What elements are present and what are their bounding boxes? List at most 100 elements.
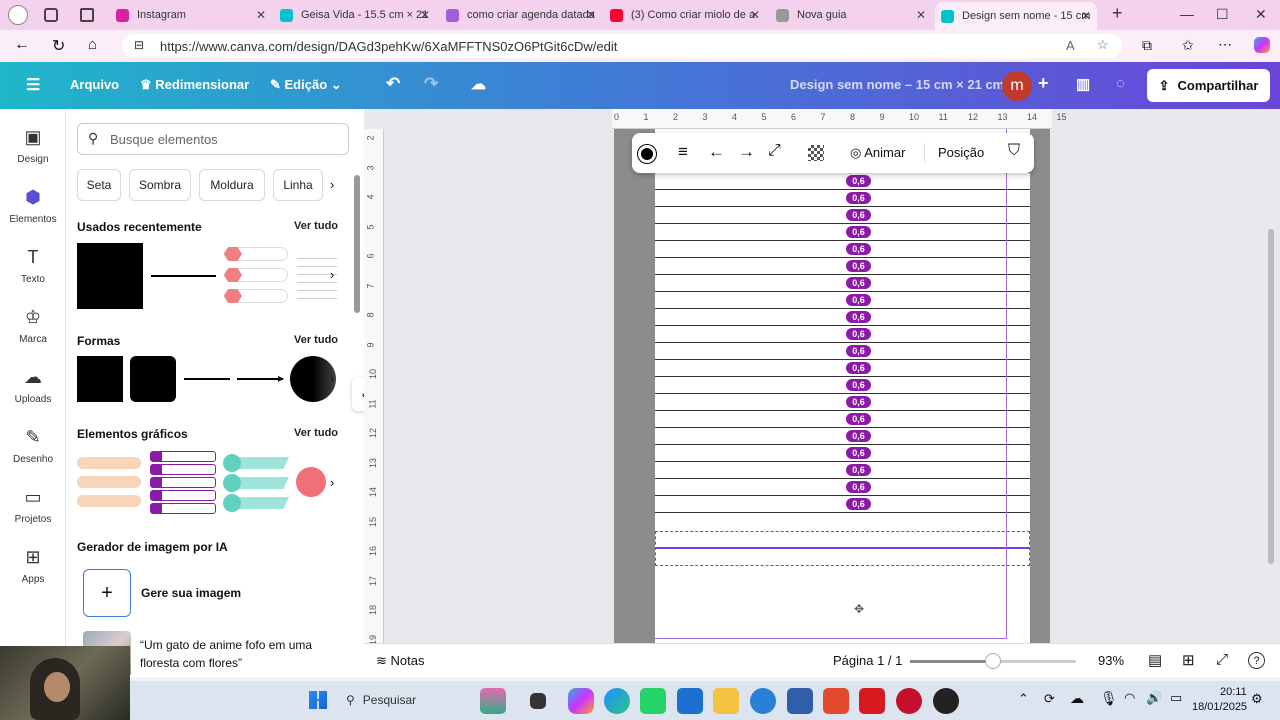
extensions-icon[interactable]: ⧉ [1142,37,1152,54]
shape-square[interactable] [77,356,123,402]
wifi-icon[interactable]: ◠ [1124,690,1135,706]
zoom-slider-handle[interactable] [985,653,1001,669]
shape-arrow[interactable] [237,378,283,380]
arrow-start-icon[interactable]: ← [708,142,725,162]
close-tab-icon[interactable]: ✕ [750,8,760,22]
back-icon[interactable]: ← [14,36,30,54]
nav-item-brand[interactable]: ♔ Marca [0,307,66,345]
maximize-button[interactable]: ☐ [1216,6,1229,23]
color-swatch[interactable] [638,145,656,163]
tray-chevron-icon[interactable]: ⌃ [1018,691,1029,707]
chip-sombra[interactable]: Sombra [129,169,191,201]
recent-black-square[interactable] [77,243,143,309]
insights-icon[interactable]: ▥ [1076,75,1090,93]
arrow-end-icon[interactable]: → [738,142,755,162]
calculator-icon[interactable] [787,688,813,714]
start-icon[interactable] [309,691,327,709]
chatgpt-icon[interactable] [933,688,959,714]
browser-tab[interactable]: (3) Como criar miolo de a ✕ [604,4,766,26]
taskview-icon[interactable] [530,693,546,709]
nav-item-elements[interactable]: ⬢ Elementos [0,187,66,225]
pages-view-icon[interactable]: ▤ [1148,651,1162,669]
file-menu-button[interactable]: Arquivo [70,77,119,92]
close-tab-icon[interactable]: ✕ [420,8,430,22]
more-icon[interactable]: ⋯ [1218,36,1232,53]
nav-item-design[interactable]: ▣ Design [0,127,66,165]
panel-scrollbar[interactable] [354,175,360,313]
sync-icon[interactable]: ⟳ [1044,691,1055,707]
acrobat-icon[interactable] [859,688,885,714]
close-tab-icon[interactable]: ✕ [1081,9,1091,23]
cloud-save-icon[interactable]: ☁ [471,75,486,93]
chevron-right-icon[interactable]: › [330,475,334,490]
zoom-level[interactable]: 93% [1098,653,1124,668]
graphics-see-all-link[interactable]: Ver tudo [294,427,338,439]
chevron-right-icon[interactable]: › [330,267,334,282]
close-window-button[interactable]: ✕ [1255,6,1267,23]
recent-pink-tags[interactable] [224,247,290,305]
nav-item-apps[interactable]: ⊞ Apps [0,547,66,585]
workspaces-icon[interactable] [44,8,58,22]
copy-style-icon[interactable]: ⛉ [1008,142,1020,160]
notes-button[interactable]: ≋ Notas [376,653,424,669]
transparency-icon[interactable] [808,145,824,161]
nav-item-draw[interactable]: ✎ Desenho [0,427,66,465]
nav-item-folder[interactable]: ▭ Projetos [0,487,66,525]
refresh-icon[interactable]: ↻ [52,36,65,56]
chevron-right-icon[interactable]: › [330,371,334,386]
battery-icon[interactable]: ▭ [1170,690,1182,706]
copilot-icon[interactable] [568,688,594,714]
help-icon[interactable]: ? [1248,652,1265,669]
graphic-purple-tags[interactable] [150,451,216,517]
site-info-icon[interactable]: ⊟ [134,38,144,52]
clock-time[interactable]: 20:11 [1220,686,1247,698]
browser-tab[interactable]: Nova guia ✕ [770,4,932,26]
share-button[interactable]: ⇪ Compartilhar [1147,69,1270,102]
chip-moldura[interactable]: Moldura [199,169,265,201]
chip-linha[interactable]: Linha [273,169,323,201]
graphic-peach-bars[interactable] [77,455,143,515]
avatar[interactable]: m [1002,71,1032,101]
close-tab-icon[interactable]: ✕ [586,8,596,22]
resize-button[interactable]: ♛ Redimensionar [140,77,249,93]
ai-generate-label[interactable]: Gere sua imagem [141,586,241,600]
shape-line[interactable] [184,378,230,380]
graphic-coral-circle[interactable] [296,467,326,497]
undo-icon[interactable]: ↶ [386,74,400,94]
shape-rounded-square[interactable] [130,356,176,402]
edit-menu-button[interactable]: ✎ Edição ⌄ [270,77,342,93]
position-button[interactable]: Posição [938,145,984,160]
recent-see-all-link[interactable]: Ver tudo [294,220,338,232]
favorite-icon[interactable]: ☆ [1097,37,1109,53]
notifications-icon[interactable]: ⚙ [1251,691,1263,707]
design-title[interactable]: Design sem nome – 15 cm × 21 cm [790,77,1004,92]
chip-seta[interactable]: Seta [77,169,121,201]
grid-view-icon[interactable]: ⊞ [1182,651,1195,669]
microphone-icon[interactable]: 🎙 [1100,690,1118,707]
add-collaborator-icon[interactable]: + [1038,73,1049,94]
profile-icon[interactable] [8,5,28,25]
animate-button[interactable]: ◎ Animar [850,145,905,161]
page-indicator[interactable]: Página 1 / 1 [833,653,902,668]
tulips-widget-icon[interactable] [480,688,506,714]
browser-tab[interactable]: Geisa Vida - 15.5 cm × 21 ✕ [274,4,436,26]
clock-date[interactable]: 18/01/2025 [1192,701,1247,713]
browser-tab[interactable]: Design sem nome - 15 cm ✕ [935,2,1097,30]
fullscreen-icon[interactable]: ⤢ [1216,651,1228,668]
url-input[interactable]: ⊟ https://www.canva.com/design/DAGd3pehK… [122,34,1122,58]
hamburger-icon[interactable]: ☰ [26,75,40,95]
volume-icon[interactable]: 🔊 [1146,690,1162,706]
reader-icon[interactable] [823,688,849,714]
shapes-see-all-link[interactable]: Ver tudo [294,334,338,346]
vertical-tabs-icon[interactable] [80,8,94,22]
redo-icon[interactable]: ↷ [424,74,438,94]
minimize-button[interactable]: — [1180,6,1194,22]
canvas-scrollbar[interactable] [1268,229,1274,564]
comments-icon[interactable]: ◌ [1116,75,1125,92]
new-tab-button[interactable]: + [1112,3,1123,24]
zoom-slider[interactable] [910,653,1076,669]
nav-item-text[interactable]: T Texto [0,247,66,285]
ai-example-prompt[interactable]: “Um gato de anime fofo em uma floresta c… [140,636,340,672]
home-icon[interactable]: ⌂ [88,36,97,53]
onedrive-icon[interactable]: ☁ [1070,690,1084,707]
